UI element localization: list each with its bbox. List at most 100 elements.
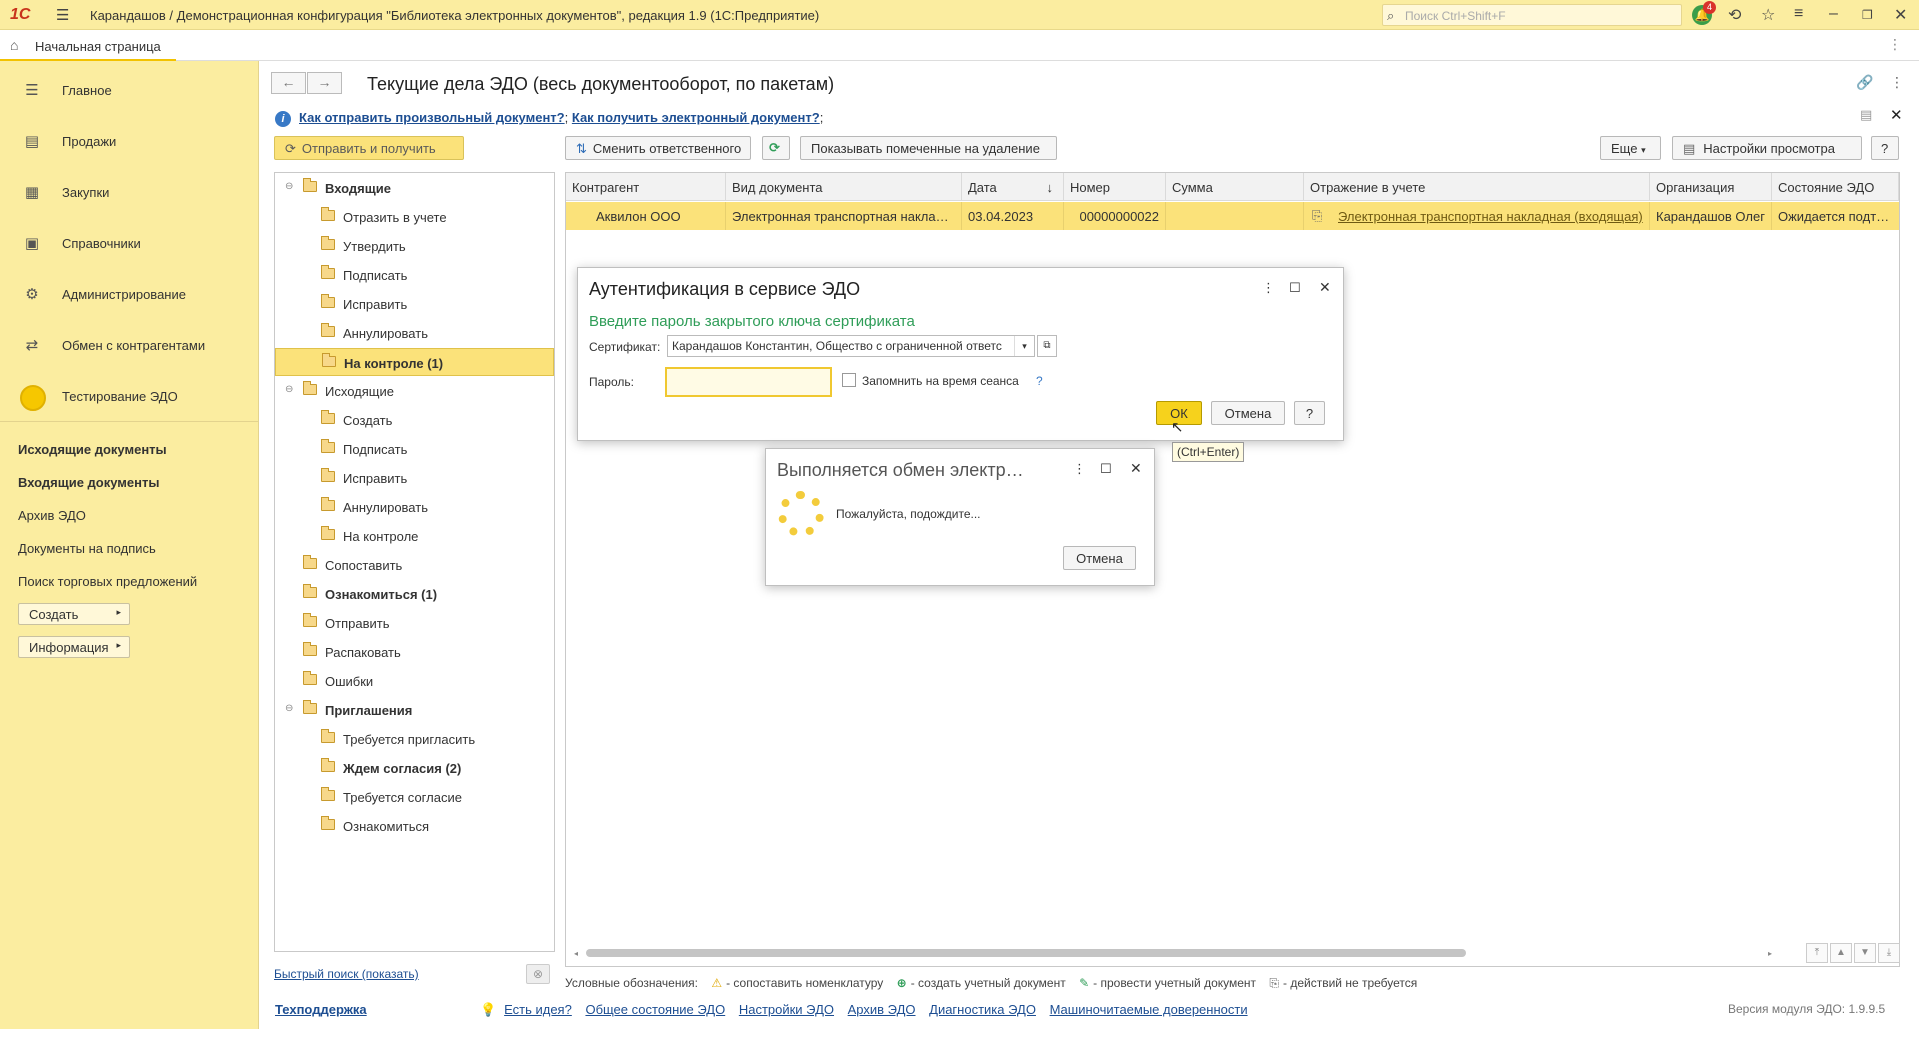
table-cell-edo-state[interactable]: Ожидается подтверждение xyxy=(1772,202,1899,230)
help-link-send-arbitrary[interactable]: Как отправить произвольный документ? xyxy=(299,110,565,125)
column-header-edo-state[interactable]: Состояние ЭДО xyxy=(1772,173,1899,201)
tree-item[interactable]: Подписать xyxy=(275,435,554,463)
back-button[interactable]: ← xyxy=(271,72,306,94)
cancel-button[interactable]: Отмена xyxy=(1211,401,1285,425)
tree-item[interactable]: ⊖ Исходящие xyxy=(275,377,554,405)
close-window-icon[interactable]: ✕ xyxy=(1894,5,1907,25)
column-header-accounting[interactable]: Отражение в учете xyxy=(1304,173,1650,201)
sidebar-link-incoming-docs[interactable]: Входящие документы xyxy=(18,475,159,490)
clear-search-button[interactable]: ⊗ xyxy=(526,964,550,984)
minimize-icon[interactable]: – xyxy=(1829,5,1838,23)
column-header-doc-type[interactable]: Вид документа xyxy=(726,173,962,201)
tree-item[interactable]: Требуется пригласить xyxy=(275,725,554,753)
tree-item[interactable]: Создать xyxy=(275,406,554,434)
remember-checkbox[interactable] xyxy=(842,373,856,387)
tree-item[interactable]: Ошибки xyxy=(275,667,554,695)
footer-link-idea[interactable]: Есть идея? xyxy=(504,1002,572,1017)
tab-menu-icon[interactable]: ⋮ xyxy=(1888,36,1902,53)
collapse-toggle-icon[interactable]: ⊖ xyxy=(285,181,293,192)
column-header-organization[interactable]: Организация xyxy=(1650,173,1772,201)
progress-cancel-button[interactable]: Отмена xyxy=(1063,546,1136,570)
help-button[interactable]: ? xyxy=(1871,136,1899,160)
history-icon[interactable]: ⟲ xyxy=(1728,5,1741,25)
column-header-date[interactable]: Дата ↓ xyxy=(962,173,1064,201)
tree-item[interactable]: Требуется согласие xyxy=(275,783,554,811)
sidebar-link-trade-offers[interactable]: Поиск торговых предложений xyxy=(18,574,197,589)
main-menu-icon[interactable]: ☰ xyxy=(56,6,69,24)
tree-item[interactable]: Аннулировать xyxy=(275,319,554,347)
dialog-menu-icon[interactable]: ⋮ xyxy=(1262,280,1275,296)
scroll-left-icon[interactable]: ◂ xyxy=(574,949,578,958)
tree-item[interactable]: Исправить xyxy=(275,290,554,318)
more-menu-icon[interactable]: ⋮ xyxy=(1890,74,1904,91)
sidebar-item-main[interactable]: ☰ Главное xyxy=(0,67,259,113)
tree-item[interactable]: Ознакомиться (1) xyxy=(275,580,554,608)
accounting-doc-link[interactable]: Электронная транспортная накладная (вход… xyxy=(1338,209,1643,224)
tree-item[interactable]: Подписать xyxy=(275,261,554,289)
tree-item[interactable]: Распаковать xyxy=(275,638,554,666)
sidebar-item-sales[interactable]: ▤ Продажи xyxy=(0,118,259,164)
sidebar-item-exchange[interactable]: ⇄ Обмен с контрагентами xyxy=(0,322,259,368)
table-cell-organization[interactable]: Карандашов Олег xyxy=(1650,202,1772,230)
refresh-button[interactable]: ⟳ xyxy=(762,136,790,160)
horizontal-scrollbar[interactable] xyxy=(586,949,1466,957)
dialog-maximize-icon[interactable]: ☐ xyxy=(1100,461,1112,477)
scroll-right-icon[interactable]: ▸ xyxy=(1768,949,1772,958)
scroll-last-button[interactable]: ⤓ xyxy=(1878,943,1900,963)
dialog-close-icon[interactable]: ✕ xyxy=(1319,279,1331,296)
change-responsible-button[interactable]: ⇅ Сменить ответственного xyxy=(565,136,751,160)
dropdown-arrow-icon[interactable]: ▾ xyxy=(1014,336,1034,356)
document-icon[interactable]: ▤ xyxy=(1860,107,1872,123)
certificate-select[interactable]: Карандашов Константин, Общество с ограни… xyxy=(667,335,1035,357)
show-deleted-button[interactable]: Показывать помеченные на удаление xyxy=(800,136,1057,160)
footer-link-edo-status[interactable]: Общее состояние ЭДО xyxy=(585,1002,725,1017)
global-search-input[interactable]: ⌕ Поиск Ctrl+Shift+F xyxy=(1382,4,1682,26)
sidebar-item-catalogs[interactable]: ▣ Справочники xyxy=(0,220,259,266)
footer-link-machine-readable-poa[interactable]: Машиночитаемые доверенности xyxy=(1050,1002,1248,1017)
password-input[interactable] xyxy=(665,367,832,397)
support-link[interactable]: Техподдержка xyxy=(275,1002,367,1017)
sidebar-link-edo-archive[interactable]: Архив ЭДО xyxy=(18,508,86,523)
column-header-number[interactable]: Номер xyxy=(1064,173,1166,201)
open-certificate-button[interactable]: ⧉ xyxy=(1037,335,1057,357)
dialog-maximize-icon[interactable]: ☐ xyxy=(1289,280,1301,296)
scroll-first-button[interactable]: ⤒ xyxy=(1806,943,1828,963)
tree-item[interactable]: Сопоставить xyxy=(275,551,554,579)
footer-link-edo-diagnostics[interactable]: Диагностика ЭДО xyxy=(929,1002,1036,1017)
view-settings-button[interactable]: ▤ Настройки просмотра xyxy=(1672,136,1862,160)
tree-item[interactable]: Исправить xyxy=(275,464,554,492)
forward-button[interactable]: → xyxy=(307,72,342,94)
tree-item[interactable]: Аннулировать xyxy=(275,493,554,521)
tree-item[interactable]: ⊖ Входящие xyxy=(275,174,554,202)
sidebar-link-outgoing-docs[interactable]: Исходящие документы xyxy=(18,442,167,457)
scroll-up-button[interactable]: ▲ xyxy=(1830,943,1852,963)
table-cell-counterparty[interactable]: Аквилон ООО xyxy=(566,202,726,230)
table-cell-date[interactable]: 03.04.2023 xyxy=(962,202,1064,230)
table-cell-sum[interactable] xyxy=(1166,202,1304,230)
tree-item[interactable]: Ознакомиться xyxy=(275,812,554,840)
star-icon[interactable]: ☆ xyxy=(1761,5,1775,25)
settings-menu-icon[interactable]: ≡ xyxy=(1794,5,1803,23)
remember-help-icon[interactable]: ? xyxy=(1036,374,1043,388)
send-receive-button[interactable]: ⟳ Отправить и получить xyxy=(274,136,464,160)
dialog-close-icon[interactable]: ✕ xyxy=(1130,460,1142,477)
footer-link-edo-settings[interactable]: Настройки ЭДО xyxy=(739,1002,834,1017)
table-cell-doc-type[interactable]: Электронная транспортная накладная (вход… xyxy=(726,202,962,230)
tree-item[interactable]: Утвердить xyxy=(275,232,554,260)
sidebar-item-purchases[interactable]: ▦ Закупки xyxy=(0,169,259,215)
link-icon[interactable]: 🔗 xyxy=(1856,74,1873,91)
tree-item[interactable]: Отправить xyxy=(275,609,554,637)
column-header-counterparty[interactable]: Контрагент xyxy=(566,173,726,201)
dialog-help-button[interactable]: ? xyxy=(1294,401,1325,425)
collapse-toggle-icon[interactable]: ⊖ xyxy=(285,703,293,714)
tree-item[interactable]: ⊖ Приглашения xyxy=(275,696,554,724)
tree-item[interactable]: Отразить в учете xyxy=(275,203,554,231)
quick-search-link[interactable]: Быстрый поиск (показать) xyxy=(274,967,419,981)
sidebar-item-administration[interactable]: ⚙ Администрирование xyxy=(0,271,259,317)
table-cell-accounting[interactable]: ⎘ Электронная транспортная накладная (вх… xyxy=(1304,202,1650,230)
tree-item[interactable]: На контроле (1) xyxy=(275,348,554,376)
help-link-receive-doc[interactable]: Как получить электронный документ? xyxy=(572,110,820,125)
collapse-toggle-icon[interactable]: ⊖ xyxy=(285,384,293,395)
scroll-down-button[interactable]: ▼ xyxy=(1854,943,1876,963)
sidebar-item-edo-testing[interactable]: Тестирование ЭДО xyxy=(0,373,259,419)
